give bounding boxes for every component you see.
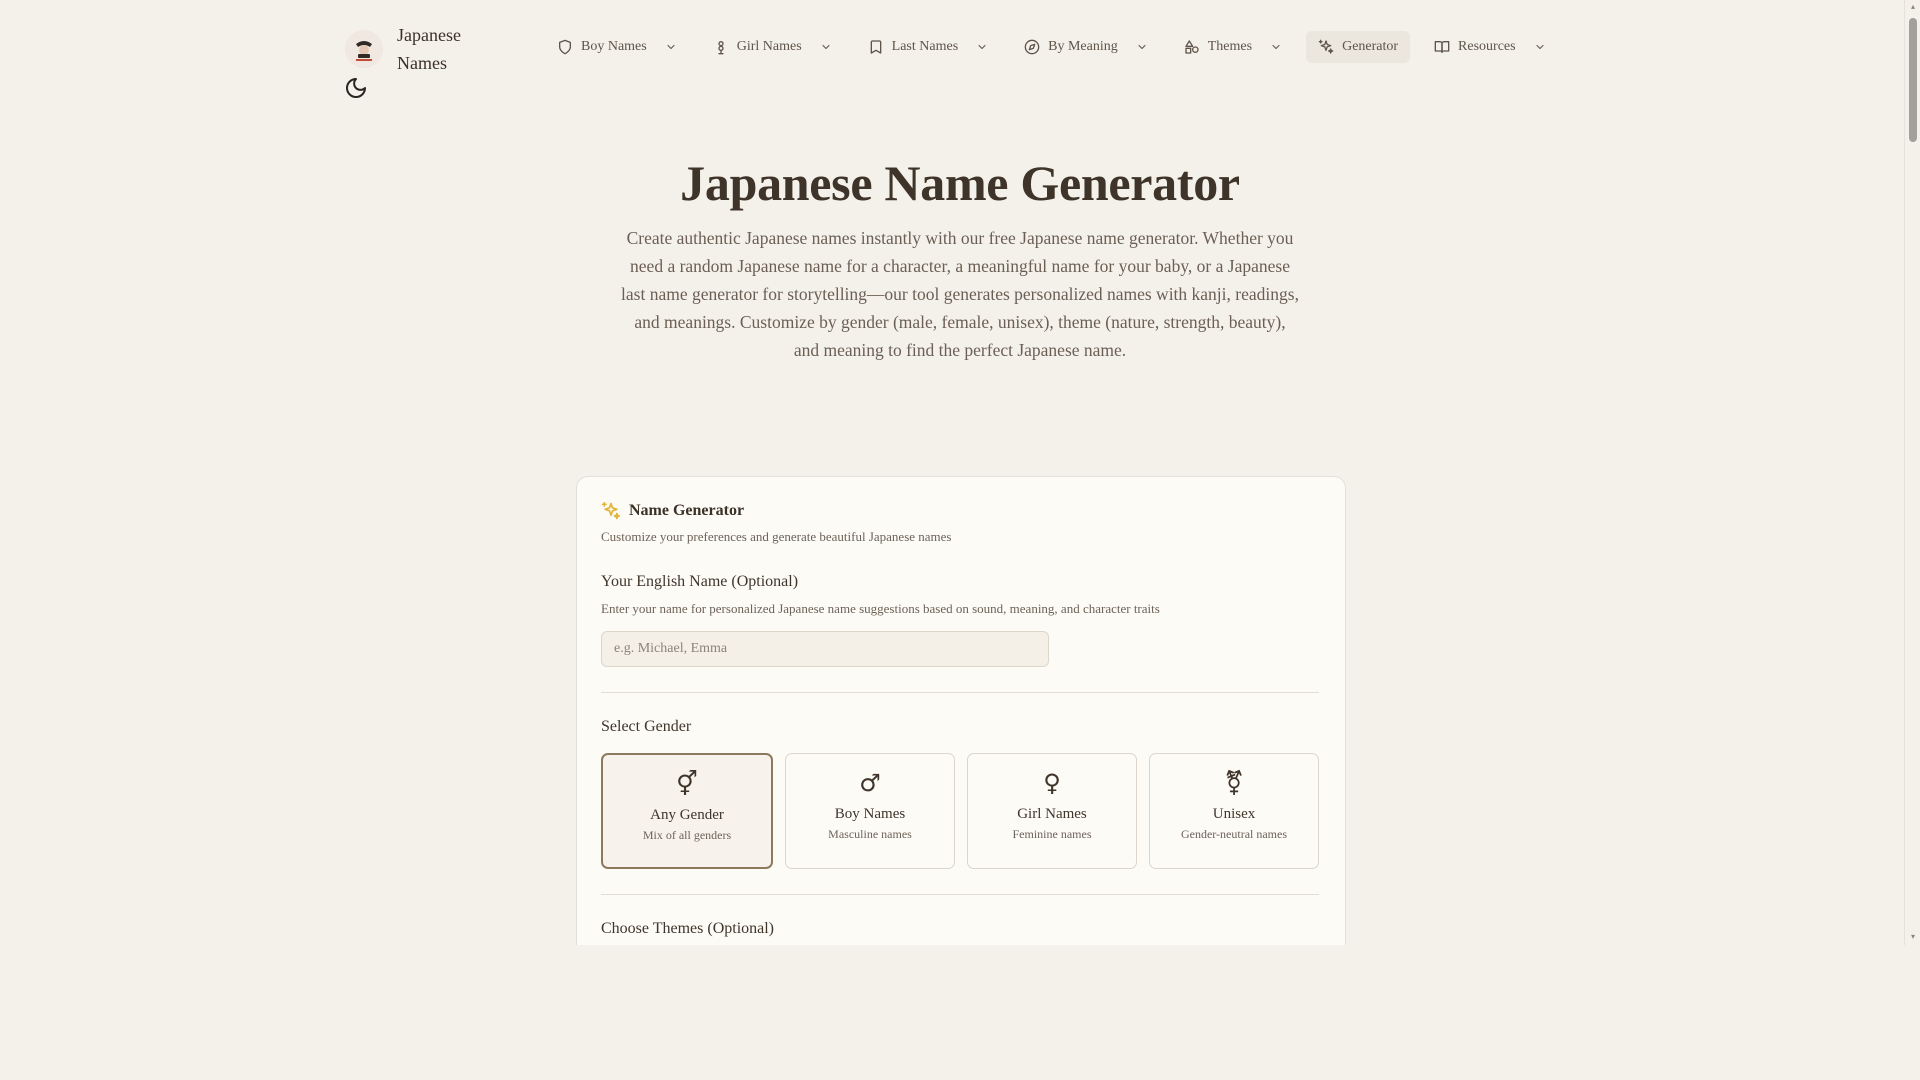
- flower-icon: [718, 41, 724, 55]
- scrollbar-thumb[interactable]: [1909, 18, 1917, 142]
- bookmark-icon: [870, 40, 881, 54]
- shapes-icon: [1185, 40, 1199, 54]
- gender-option-boy[interactable]: ♂ Boy Names Masculine names: [785, 753, 955, 869]
- female-icon: ♀: [1043, 769, 1061, 797]
- compass-icon: [1024, 39, 1040, 55]
- gender-option-unisex[interactable]: ⚧ Unisex Gender-neutral names: [1149, 753, 1319, 869]
- nav-item-resources[interactable]: Resources: [1422, 31, 1558, 63]
- site-name[interactable]: Japanese Names: [397, 21, 487, 77]
- chevron-down-icon: [822, 44, 830, 50]
- gender-options: ⚥ Any Gender Mix of all genders ♂ Boy Na…: [601, 753, 1319, 869]
- any-gender-icon: ⚥: [676, 770, 698, 798]
- gender-option-girl[interactable]: ♀ Girl Names Feminine names: [967, 753, 1137, 869]
- nav-item-label: Themes: [1207, 39, 1253, 54]
- page-description: Create authentic Japanese names instantl…: [621, 228, 1299, 360]
- page-title: Japanese Name Generator: [680, 155, 1240, 211]
- english-name-help: Enter your name for personalized Japanes…: [601, 601, 1160, 616]
- scroll-up-arrow-icon[interactable]: ▴: [1909, 3, 1917, 11]
- male-icon: ♂: [859, 769, 881, 797]
- page-viewport: Japanese Names Boy Names Girl Names Last…: [0, 0, 1904, 945]
- nav-item-generator[interactable]: Generator: [1306, 31, 1411, 63]
- gender-option-any[interactable]: ⚥ Any Gender Mix of all genders: [601, 753, 773, 869]
- sparkles-icon: [1318, 39, 1334, 54]
- card-title: Name Generator: [629, 502, 745, 519]
- shield-icon: [559, 39, 571, 55]
- site-logo[interactable]: [345, 30, 383, 68]
- sparkles-icon: [601, 501, 621, 520]
- gender-option-description: Mix of all genders: [642, 828, 732, 842]
- theme-toggle-button[interactable]: [344, 76, 368, 100]
- book-open-icon: [1434, 41, 1450, 53]
- name-generator-card: Name Generator Customize your preference…: [576, 476, 1346, 945]
- nav-item-label: Girl Names: [736, 39, 802, 54]
- chevron-down-icon: [978, 44, 986, 50]
- nav-item-last-names[interactable]: Last Names: [856, 31, 1000, 63]
- logo-emblem: [346, 31, 382, 67]
- nav-item-label: Resources: [1458, 39, 1516, 54]
- gender-option-label: Unisex: [1212, 806, 1256, 822]
- section-divider: [601, 894, 1319, 895]
- chevron-down-icon: [1272, 44, 1280, 50]
- card-subtitle: Customize your preferences and generate …: [601, 529, 952, 544]
- nav-item-label: Generator: [1342, 39, 1399, 54]
- nav-item-label: Last Names: [891, 39, 959, 54]
- moon-icon: [346, 78, 366, 98]
- english-name-input[interactable]: [601, 631, 1049, 667]
- page-scrollbar[interactable]: ▴ ▾: [1904, 0, 1920, 945]
- gender-option-description: Feminine names: [1012, 827, 1092, 841]
- gender-label: Select Gender: [601, 718, 692, 735]
- nav-item-label: Boy Names: [581, 39, 647, 54]
- unisex-icon: ⚧: [1223, 769, 1245, 797]
- gender-option-label: Any Gender: [650, 807, 724, 823]
- nav-item-themes[interactable]: Themes: [1172, 31, 1294, 63]
- chevron-down-icon: [1138, 44, 1146, 50]
- main-nav: Boy Names Girl Names Last Names By Meani…: [545, 31, 1558, 63]
- scroll-down-arrow-icon[interactable]: ▾: [1909, 933, 1917, 941]
- chevron-down-icon: [667, 44, 675, 50]
- gender-option-label: Girl Names: [1017, 806, 1087, 822]
- nav-item-girl-names[interactable]: Girl Names: [701, 31, 844, 63]
- page-bottom-area: [0, 945, 1920, 1080]
- nav-item-boy-names[interactable]: Boy Names: [545, 31, 689, 63]
- nav-item-by-meaning[interactable]: By Meaning: [1012, 31, 1160, 63]
- themes-label: Choose Themes (Optional): [601, 920, 775, 937]
- gender-option-description: Gender-neutral names: [1180, 827, 1288, 841]
- nav-item-label: By Meaning: [1048, 39, 1118, 54]
- gender-option-description: Masculine names: [828, 827, 912, 841]
- section-divider: [601, 692, 1319, 693]
- gender-option-label: Boy Names: [834, 806, 906, 822]
- english-name-label: Your English Name (Optional): [601, 573, 799, 590]
- chevron-down-icon: [1535, 44, 1544, 50]
- card-header: Name Generator: [601, 501, 744, 521]
